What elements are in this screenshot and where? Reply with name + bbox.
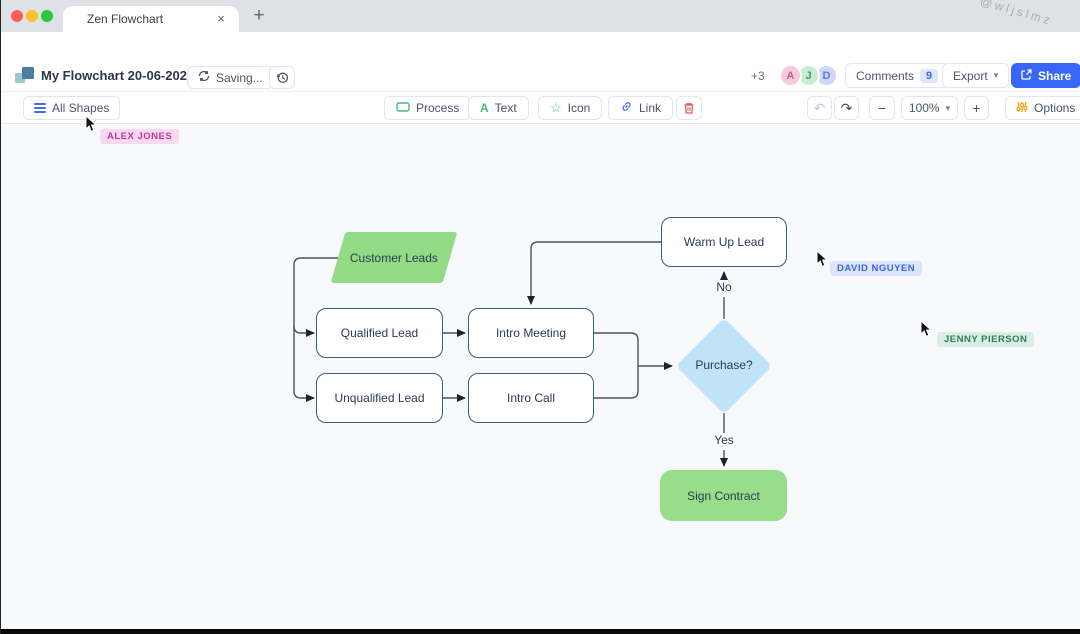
node-label: Sign Contract [687,489,760,503]
text-label: Text [495,101,517,115]
document-title[interactable]: My Flowchart 20-06-2021 [41,68,194,83]
node-label: Qualified Lead [341,326,418,340]
process-label: Process [416,101,459,115]
export-button[interactable]: Export ▾ [942,63,1009,88]
process-shape-button[interactable]: Process [384,96,471,120]
node-warm-up-lead[interactable]: Warm Up Lead [661,217,787,267]
close-window-button[interactable] [11,10,23,22]
saving-label: Saving... [216,71,263,85]
trash-icon [683,102,695,115]
link-tool-button[interactable]: Link [608,96,673,120]
comments-count-badge: 9 [920,69,938,83]
link-label: Link [639,101,661,115]
comments-button[interactable]: Comments 9 [845,63,949,88]
node-label: Intro Meeting [496,326,566,340]
share-label: Share [1038,69,1071,83]
saving-status-button[interactable]: Saving... [187,66,274,89]
icon-label: Icon [568,101,591,115]
hamburger-icon [34,101,46,115]
node-intro-call[interactable]: Intro Call [468,373,594,423]
text-tool-icon: A [480,101,489,115]
share-icon [1021,69,1032,83]
node-unqualified-lead[interactable]: Unqualified Lead [316,373,443,423]
icon-tool-button[interactable]: ☆ Icon [538,96,602,120]
share-button[interactable]: Share [1011,63,1080,88]
node-label: Purchase? [674,358,774,372]
undo-button[interactable]: ↶ [807,96,832,120]
sync-icon [198,70,210,85]
link-icon [620,100,633,116]
browser-tab-strip: Zen Flowchart × + [1,0,1080,32]
options-label: Options [1034,101,1075,115]
node-label: Warm Up Lead [684,235,764,249]
edge-label-no: No [708,280,740,297]
browser-url-row: ← → ↻ zenflowchart.com/docs/Jka40MIRtoFT… [1,32,1080,58]
avatar[interactable]: A [779,64,802,87]
tab-close-icon[interactable]: × [213,11,229,27]
window-bottom-edge [1,629,1080,634]
collaborator-tag: ALEX JONES [100,129,179,144]
browser-tab[interactable]: Zen Flowchart × [63,6,239,32]
zoom-out-button[interactable]: − [869,96,895,120]
node-qualified-lead[interactable]: Qualified Lead [316,308,443,358]
minimize-window-button[interactable] [26,10,38,22]
node-sign-contract[interactable]: Sign Contract [660,470,787,521]
zenflowchart-logo [15,65,34,84]
chevron-down-icon: ▾ [994,70,999,81]
redo-button[interactable]: ↷ [834,96,859,120]
comments-label: Comments [856,69,914,83]
maximize-window-button[interactable] [41,10,53,22]
collaborator-tag: DAVID NGUYEN [830,261,922,276]
export-label: Export [953,69,988,83]
delete-button[interactable] [676,96,702,120]
collaborator-tag: JENNY PIERSON [937,332,1034,347]
new-tab-button[interactable]: + [247,4,271,28]
node-intro-meeting[interactable]: Intro Meeting [468,308,594,358]
zoom-in-button[interactable]: + [964,96,989,120]
node-customer-leads[interactable]: Customer Leads [331,232,458,283]
chevron-down-icon: ▾ [946,103,951,114]
version-history-button[interactable] [269,66,295,89]
text-tool-button[interactable]: A Text [468,96,529,120]
node-label: Intro Call [507,391,555,405]
node-label: Unqualified Lead [334,391,424,405]
all-shapes-button[interactable]: All Shapes [23,96,120,120]
tab-title: Zen Flowchart [87,12,213,26]
collaborators-overflow-count: +3 [751,69,765,83]
all-shapes-label: All Shapes [52,101,109,115]
edge-label-yes: Yes [705,433,743,450]
node-label: Customer Leads [350,251,438,265]
zoom-level-dropdown[interactable]: 100% ▾ [901,96,958,120]
zoom-level-value: 100% [909,101,940,115]
process-shape-icon [396,101,410,115]
sliders-icon [1016,101,1028,116]
history-icon [276,71,289,84]
star-icon: ☆ [550,100,562,116]
options-button[interactable]: Options [1005,96,1080,120]
